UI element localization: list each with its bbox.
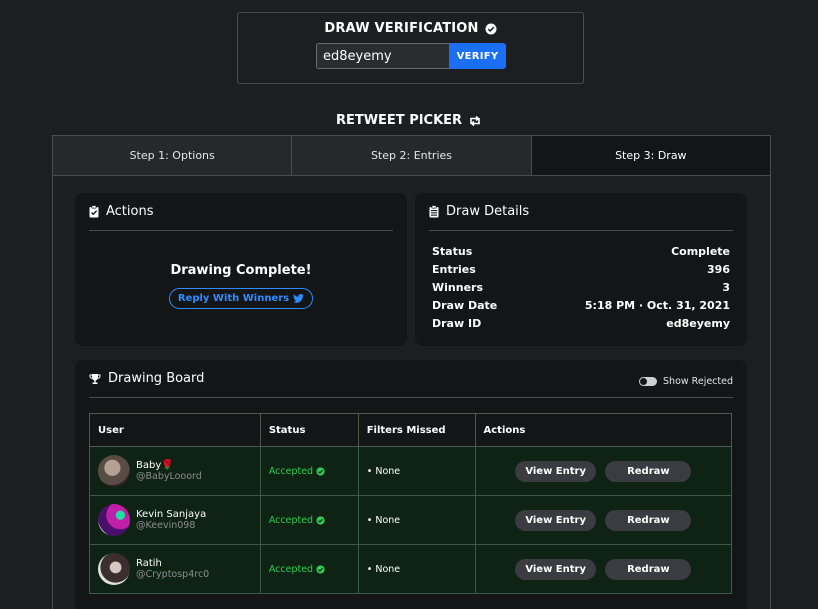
detail-label: Winners (432, 281, 483, 294)
tab-step-3-draw[interactable]: Step 3: Draw (531, 136, 770, 175)
clipboard-list-icon (429, 205, 439, 218)
user-handle: @Keevin098 (136, 520, 196, 531)
draw-verification-panel: DRAW VERIFICATION VERIFY (237, 12, 584, 84)
verify-button[interactable]: VERIFY (449, 43, 506, 69)
status-cell: Accepted (259, 446, 359, 496)
verification-title-text: DRAW VERIFICATION (324, 21, 479, 36)
user-name: Kevin Sanjaya (136, 509, 207, 520)
tab-step-2-entries[interactable]: Step 2: Entries (292, 136, 532, 175)
show-rejected-toggle[interactable] (639, 377, 658, 386)
detail-label: Status (432, 245, 473, 258)
tab-step-1-options[interactable]: Step 1: Options (53, 136, 293, 175)
view-entry-button[interactable]: View Entry (515, 558, 597, 580)
detail-row-draw-date: Draw Date 5:18 PM · Oct. 31, 2021 (432, 299, 730, 317)
detail-value: ed8eyemy (666, 317, 730, 330)
row-actions-cell: View Entry Redraw (474, 495, 732, 545)
show-rejected-control: Show Rejected (639, 376, 733, 387)
verification-title: DRAW VERIFICATION (238, 21, 583, 36)
draw-details-title: Draw Details (429, 204, 529, 219)
drawing-status-text: Drawing Complete! (170, 263, 312, 278)
step-tabs: Step 1: Options Step 2: Entries Step 3: … (53, 136, 770, 176)
row-actions-cell: View Entry Redraw (474, 446, 732, 496)
status-cell: Accepted (259, 495, 359, 545)
twitter-icon (293, 294, 305, 303)
table-row: Baby🌹 @BabyLooord Accepted • None View E… (89, 446, 732, 496)
filters-missed-cell: • None (357, 544, 476, 594)
retweet-picker-panel: Step 1: Options Step 2: Entries Step 3: … (52, 135, 771, 609)
detail-label: Draw ID (432, 317, 482, 330)
drawing-board-table: User Status Filters Missed Actions Baby🌹… (89, 413, 732, 594)
detail-value: Complete (671, 245, 730, 258)
status-cell: Accepted (259, 544, 359, 594)
column-header-filters-missed: Filters Missed (357, 413, 476, 447)
actions-title-text: Actions (106, 204, 154, 219)
avatar (98, 504, 130, 536)
user-cell: Kevin Sanjaya @Keevin098 (89, 495, 261, 545)
status-text: Accepted (268, 514, 314, 526)
check-circle-icon (485, 23, 497, 35)
column-header-actions: Actions (474, 413, 732, 447)
detail-label: Entries (432, 263, 476, 276)
actions-card-title: Actions (89, 204, 154, 219)
check-circle-icon (316, 515, 325, 525)
detail-row-status: Status Complete (432, 245, 730, 263)
draw-id-input[interactable] (316, 43, 449, 69)
user-name: Baby🌹 (136, 460, 174, 471)
detail-row-entries: Entries 396 (432, 263, 730, 281)
trophy-icon (89, 373, 101, 385)
user-handle: @Cryptosp4rc0 (136, 569, 210, 580)
table-header-row: User Status Filters Missed Actions (89, 413, 732, 447)
row-actions-cell: View Entry Redraw (474, 544, 732, 594)
detail-value: 396 (707, 263, 730, 276)
status-badge: Accepted (269, 564, 358, 575)
draw-details-card: Draw Details Status Complete Entries 396… (415, 193, 747, 346)
actions-card: Actions Drawing Complete! Reply With Win… (75, 193, 407, 346)
status-badge: Accepted (269, 466, 358, 477)
picker-title-text: RETWEET PICKER (335, 113, 463, 128)
check-circle-icon (316, 466, 325, 476)
avatar (98, 553, 130, 585)
redraw-button[interactable]: Redraw (605, 509, 692, 531)
detail-row-winners: Winners 3 (432, 281, 730, 299)
divider (89, 230, 393, 231)
divider (89, 397, 733, 398)
retweet-icon (468, 115, 482, 127)
details-list: Status Complete Entries 396 Winners 3 Dr… (432, 245, 730, 335)
status-text: Accepted (268, 465, 314, 477)
filters-missed-cell: • None (357, 495, 476, 545)
divider (429, 230, 733, 231)
reply-button-label: Reply With Winners (177, 293, 290, 304)
retweet-picker-title: RETWEET PICKER (0, 113, 818, 128)
user-handle: @BabyLooord (136, 471, 202, 482)
table-row: Ratih @Cryptosp4rc0 Accepted • None View… (89, 544, 732, 594)
details-title-text: Draw Details (446, 204, 530, 219)
detail-value: 3 (722, 281, 730, 294)
redraw-button[interactable]: Redraw (605, 558, 692, 580)
view-entry-button[interactable]: View Entry (515, 460, 597, 482)
user-name: Ratih (136, 558, 162, 569)
redraw-button[interactable]: Redraw (605, 460, 692, 482)
reply-with-winners-button[interactable]: Reply With Winners (169, 288, 313, 309)
status-text: Accepted (268, 563, 314, 575)
drawing-board-card: Drawing Board Show Rejected User Status … (75, 360, 747, 609)
avatar (98, 455, 130, 487)
drawing-board-title: Drawing Board (89, 371, 204, 386)
clipboard-check-icon (89, 205, 99, 218)
user-cell: Ratih @Cryptosp4rc0 (89, 544, 261, 594)
view-entry-button[interactable]: View Entry (515, 509, 597, 531)
column-header-user: User (89, 413, 261, 447)
table-row: Kevin Sanjaya @Keevin098 Accepted • None (89, 495, 732, 545)
detail-label: Draw Date (432, 299, 498, 312)
board-title-text: Drawing Board (108, 371, 205, 386)
detail-row-draw-id: Draw ID ed8eyemy (432, 317, 730, 335)
filters-missed-cell: • None (357, 446, 476, 496)
user-cell: Baby🌹 @BabyLooord (89, 446, 261, 496)
column-header-status: Status (259, 413, 359, 447)
check-circle-icon (316, 564, 325, 574)
show-rejected-label: Show Rejected (663, 376, 733, 387)
verification-form: VERIFY (316, 43, 506, 69)
detail-value: 5:18 PM · Oct. 31, 2021 (584, 299, 730, 312)
status-badge: Accepted (269, 515, 358, 526)
